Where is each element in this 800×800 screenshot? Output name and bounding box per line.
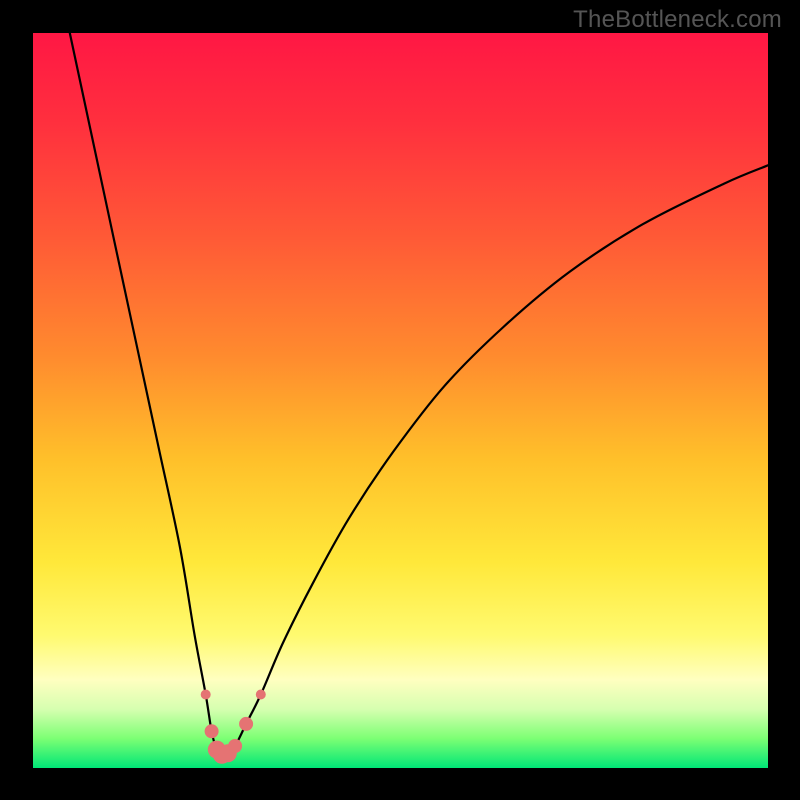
trough-marker	[256, 690, 266, 700]
bottleneck-curve-svg	[33, 33, 768, 768]
trough-marker	[201, 690, 211, 700]
trough-marker	[228, 739, 242, 753]
watermark-text: TheBottleneck.com	[573, 6, 782, 34]
bottleneck-curve	[70, 33, 768, 755]
trough-markers	[201, 690, 266, 764]
trough-marker	[205, 724, 219, 738]
trough-marker	[239, 717, 253, 731]
chart-frame: TheBottleneck.com	[0, 0, 800, 800]
plot-area	[33, 33, 768, 768]
